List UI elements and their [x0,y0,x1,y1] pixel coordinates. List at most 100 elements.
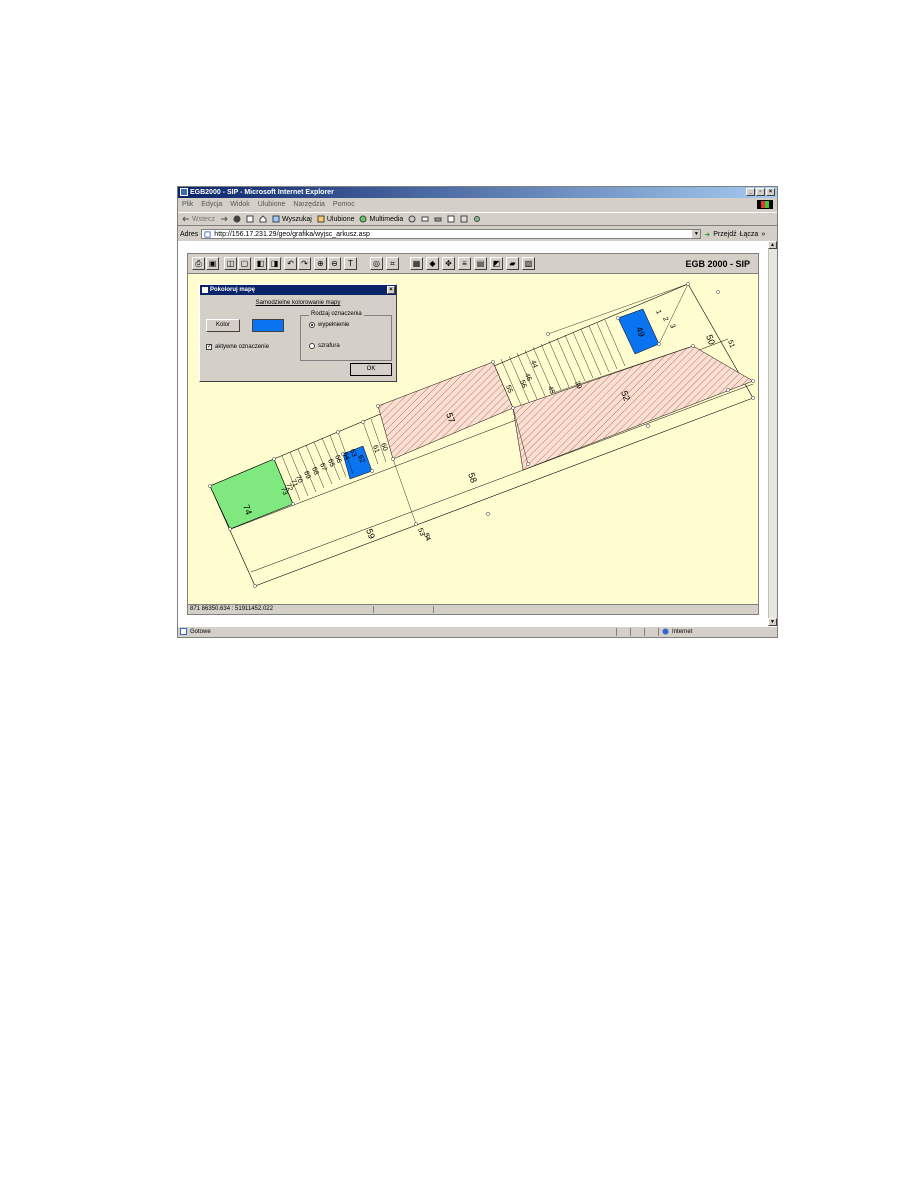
radio-fill-dot[interactable] [309,322,315,328]
save-icon[interactable]: ▣ [206,257,219,270]
label-parcel-59: 59 [364,527,377,540]
menu-favorites[interactable]: Ulubione [258,199,286,210]
prev-icon[interactable]: ◧ [254,257,267,270]
grid-icon[interactable]: ▦ [410,257,423,270]
stop-icon[interactable] [233,215,241,223]
group-legend: Rodzaj oznaczenia [309,311,364,317]
go-button[interactable]: Przejdź [704,231,737,238]
color-map-dialog: Pokoloruj mapę × Samodzielne kolorowanie… [199,284,397,382]
label-parcel-44: 44 [529,359,538,369]
ok-button[interactable]: OK [350,363,392,376]
minimize-button[interactable]: _ [746,188,755,196]
close-button[interactable]: × [766,188,775,196]
print-icon[interactable] [434,215,442,223]
active-marking-checkbox[interactable]: ✓ aktywne oznaczenie [206,344,269,350]
forward-arrow-icon[interactable] [220,215,228,223]
title-bar: EGB2000 - SIP - Microsoft Internet Explo… [178,187,777,198]
menu-view[interactable]: Widok [230,199,249,210]
label-parcel-2: 2 [661,316,669,322]
ie-icon [180,188,188,196]
scroll-down-icon[interactable]: ▼ [768,618,777,626]
dialog-title: Pokoloruj mapę [210,287,256,293]
refresh-icon[interactable] [246,215,254,223]
search-label: Wyszukaj [281,215,312,223]
browser-toolbar: Wstecz Wyszukaj Ulubione Multimedia [178,212,777,226]
menu-tools[interactable]: Narzędzia [293,199,325,210]
zoom-in-icon[interactable]: ⊕ [314,257,327,270]
address-input[interactable]: http://156.17.231.29/geo/grafika/wyjsc_a… [201,229,702,239]
history-icon[interactable] [408,215,416,223]
menu-edit[interactable]: Edycja [201,199,222,210]
radio-fill[interactable]: wypełnienie [309,322,349,328]
info-icon[interactable]: ▧ [522,257,535,270]
palette-icon[interactable]: ▰ [506,257,519,270]
measure-icon[interactable]: ⌗ [386,257,399,270]
print-icon[interactable]: ⎙ [192,257,205,270]
dialog-heading: Samodzielne kolorowanie mapy [255,300,341,306]
maximize-button[interactable]: ▫ [756,188,765,196]
checkbox-box[interactable]: ✓ [206,344,212,350]
discuss-icon[interactable] [460,215,468,223]
legend-icon[interactable]: ▤ [474,257,487,270]
status-text: Gotowe [190,629,211,635]
color-button[interactable]: Kolor [206,319,240,332]
pan-icon[interactable]: ✥ [442,257,455,270]
home-icon[interactable] [259,215,267,223]
page-content: ⎙ ▣ ◫ ▢ ◧ ◨ ↶ ↷ ⊕ ⊖ T ◎ ⌗ ▦ ◆ ✥ ≡ ▤ ◩ ▰ ▧ EGB 2000 - SIP [178,241,777,626]
search-icon[interactable]: ◎ [370,257,383,270]
color-swatch[interactable] [252,319,284,332]
label-parcel-61: 61 [371,444,380,454]
status-segment [644,628,645,636]
redo-icon[interactable]: ↷ [298,257,311,270]
back-label: Wstecz [192,215,215,223]
radio-hatch-dot[interactable] [309,343,315,349]
address-dropdown-icon[interactable]: ▼ [692,230,701,238]
mail-icon[interactable] [421,215,429,223]
back-button[interactable]: Wstecz [182,215,215,223]
text-icon[interactable]: T [344,257,357,270]
radio-hatch-label: szrafura [318,343,340,349]
vertical-scrollbar[interactable]: ▲ ▼ [768,241,777,626]
map-toolbar: ⎙ ▣ ◫ ▢ ◧ ◨ ↶ ↷ ⊕ ⊖ T ◎ ⌗ ▦ ◆ ✥ ≡ ▤ ◩ ▰ ▧ EGB 2000 - SIP [188,254,758,274]
label-parcel-54: 54 [422,532,431,542]
status-segment [630,628,631,636]
coords-readout: 871 86350.634 : 51911452.022 [190,606,273,612]
scroll-up-icon[interactable]: ▲ [768,241,777,249]
parcel-74-fill [209,458,294,530]
window-title: EGB2000 - SIP - Microsoft Internet Explo… [190,189,334,196]
dialog-close-button[interactable]: × [387,286,395,294]
links-label[interactable]: Łącza [740,231,759,238]
highlight-icon[interactable]: ◩ [490,257,503,270]
status-segment [658,628,659,636]
undo-icon[interactable]: ↶ [284,257,297,270]
menu-help[interactable]: Pomoc [333,199,355,210]
parcel-57-fill [377,361,514,460]
layers-icon[interactable]: ≡ [458,257,471,270]
zone-label: Internet [672,629,693,635]
page-icon [204,230,211,238]
multimedia-label: Multimedia [369,215,404,223]
messenger-icon[interactable] [473,215,481,223]
color-icon[interactable]: ◆ [426,257,439,270]
search-button[interactable]: Wyszukaj [272,215,312,223]
menu-bar: Plik Edycja Widok Ulubione Narzędzia Pom… [178,199,777,210]
browser-window: EGB2000 - SIP - Microsoft Internet Explo… [177,186,778,638]
next-icon[interactable]: ◨ [268,257,281,270]
chevron-right-icon[interactable]: » [761,231,765,238]
multimedia-button[interactable]: Multimedia [359,215,403,223]
radio-hatch[interactable]: szrafura [309,343,340,349]
favorites-button[interactable]: Ulubione [317,215,354,223]
zoom-out-icon[interactable]: ⊖ [328,257,341,270]
back-arrow-icon [182,216,189,222]
dialog-title-bar: Pokoloruj mapę × [200,285,396,295]
label-parcel-51: 51 [726,339,735,349]
page-icon[interactable]: ▢ [238,257,251,270]
globe-icon [662,628,669,635]
go-arrow-icon [705,231,711,237]
dialog-icon [202,287,208,293]
radio-fill-label: wypełnienie [318,322,350,328]
address-url: http://156.17.231.29/geo/grafika/wyjsc_a… [214,230,370,238]
fit-icon[interactable]: ◫ [224,257,237,270]
edit-icon[interactable] [447,215,455,223]
menu-file[interactable]: Plik [182,199,193,210]
